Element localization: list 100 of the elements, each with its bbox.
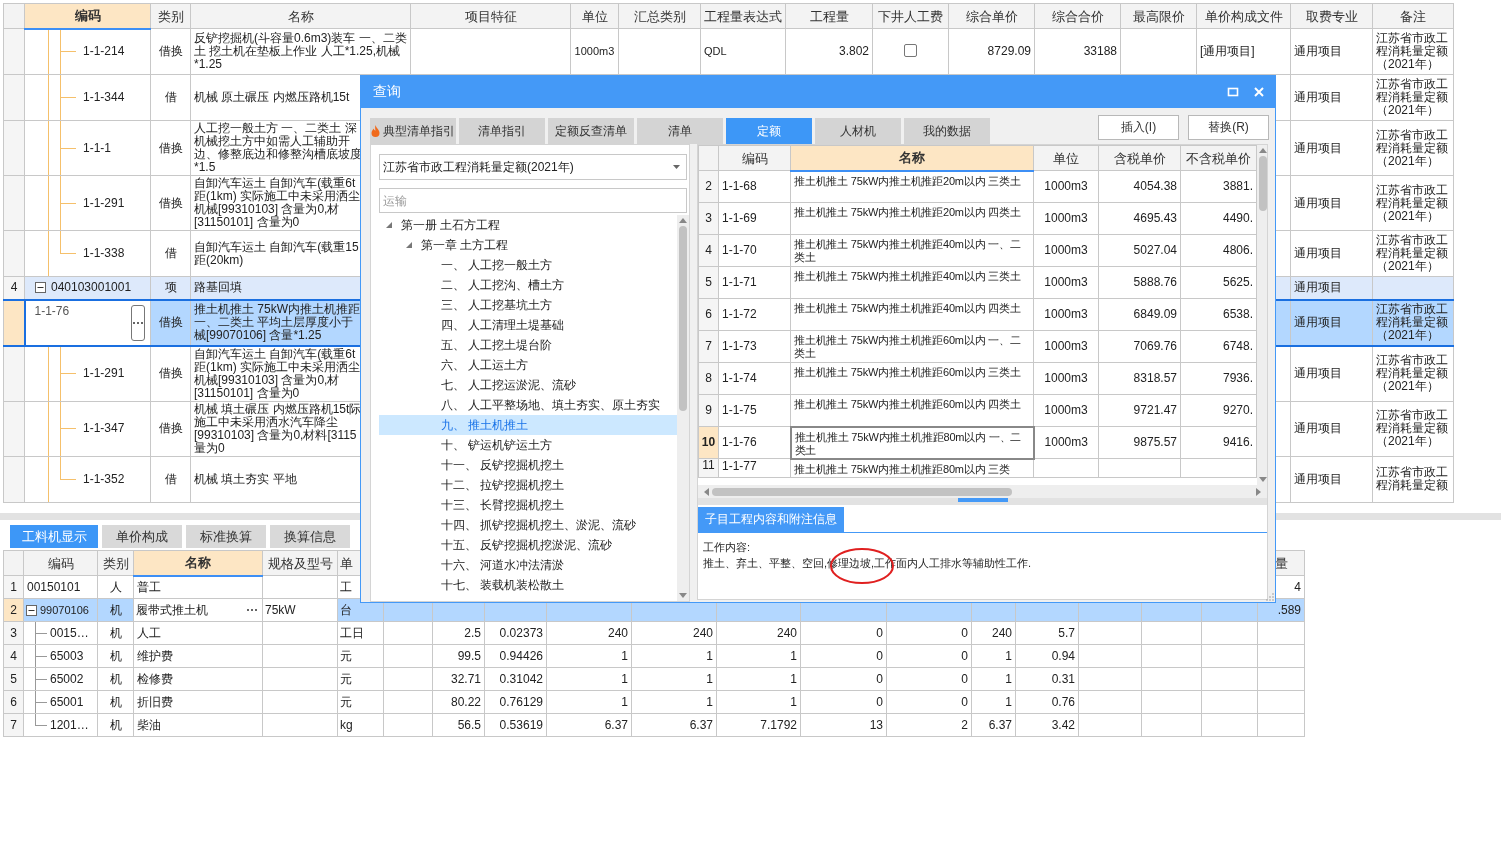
browse-button[interactable] — [131, 304, 145, 341]
dialog-button[interactable]: 替换(R) — [1188, 115, 1269, 140]
tab[interactable]: 单价构成 — [102, 525, 182, 548]
column-header[interactable]: 类别 — [150, 3, 191, 29]
tree-item[interactable]: 九、 推土机推土 — [379, 415, 677, 435]
column-header[interactable]: 汇总类别 — [618, 3, 701, 29]
table-row[interactable]: 2 1-1-68 推土机推土 75kW内推土机推距20m以内 三类土 1000m3 4054.38 3881. — [698, 170, 1257, 203]
table-row[interactable]: 7 1-1-73 推土机推土 75kW内推土机推距60m以内 一、二类土 1000m3 7069.76 6748. — [698, 330, 1257, 363]
resize-grip-icon[interactable] — [1266, 593, 1274, 601]
table-row[interactable]: 7 1201… 机 柴油 kg 56.5 0.53619 6.37 6.37 7.1792 13 2 6.37 3.42 — [3, 713, 1305, 737]
table-row[interactable]: 6 1-1-72 推土机推土 75kW内推土机推距40m以内 四类土 1000m3 6849.09 6538. — [698, 298, 1257, 331]
dialog-button[interactable]: 插入(I) — [1098, 115, 1179, 140]
table-cell: 机 — [97, 598, 134, 622]
scroll-up-icon[interactable] — [679, 218, 687, 223]
tab[interactable]: 清单 — [637, 118, 723, 144]
table-cell: 1-1-73 — [718, 330, 791, 363]
table-row[interactable]: 11 1-1-77 推土机推土 75kW内推土机推距80m以内 三类 — [698, 458, 1257, 477]
column-header[interactable]: 综合单价 — [948, 3, 1035, 29]
column-header[interactable]: 类别 — [97, 550, 134, 576]
library-dropdown[interactable]: 江苏省市政工程消耗量定额(2021年) — [379, 154, 687, 180]
scroll-left-icon[interactable] — [704, 487, 709, 496]
table-cell: 1000m3 — [1033, 234, 1099, 267]
dialog-title: 查询 — [373, 83, 401, 101]
caret-icon[interactable] — [405, 241, 413, 249]
vertical-scrollbar[interactable] — [1257, 145, 1267, 485]
tree-item[interactable]: 十五、 反铲挖掘机挖淤泥、流砂 — [379, 535, 677, 555]
table-cell: 推土机推土 75kW内推土机推距80m以内 三类 — [790, 458, 1034, 477]
scroll-thumb[interactable] — [712, 487, 1012, 496]
table-row[interactable]: 4 65003 机 维护费 元 99.5 0.94426 1 1 1 0 0 1 0.94 — [3, 644, 1305, 668]
table-cell: 通用项目 — [1290, 299, 1373, 346]
table-row[interactable]: 5 1-1-71 推土机推土 75kW内推土机推距40m以内 三类土 1000m3 5888.76 5625. — [698, 266, 1257, 299]
table-cell: 借换 — [150, 175, 191, 231]
table-cell: 1000m3 — [1033, 426, 1099, 459]
column-header[interactable]: 项目特征 — [410, 3, 571, 29]
table-row[interactable]: 8 1-1-74 推土机推土 75kW内推土机推距60m以内 三类土 1000m3 8318.57 7936. — [698, 362, 1257, 395]
column-header[interactable]: 编码 — [718, 145, 791, 171]
column-header[interactable]: 单位 — [1033, 145, 1099, 171]
search-field[interactable]: 运输 — [379, 188, 687, 213]
table-cell: 7069.76 — [1098, 330, 1181, 363]
column-header[interactable]: 名称 — [790, 145, 1034, 171]
browse-button[interactable] — [244, 608, 260, 612]
column-header[interactable]: 编码 — [23, 550, 98, 576]
table-cell: 江苏省市政工程消耗量定额（2021年） — [1372, 230, 1454, 277]
scroll-up-icon[interactable] — [1259, 148, 1267, 153]
column-header[interactable]: 含税单价 — [1098, 145, 1181, 171]
table-cell: 0 — [886, 644, 972, 668]
scroll-down-icon[interactable] — [1259, 477, 1267, 482]
scroll-right-icon[interactable] — [1256, 487, 1261, 496]
tab[interactable]: 人材机 — [815, 118, 901, 144]
scroll-thumb[interactable] — [679, 226, 687, 411]
column-header[interactable]: 不含税单价 — [1180, 145, 1257, 171]
column-header[interactable]: 备注 — [1372, 3, 1454, 29]
collapse-toggle[interactable] — [26, 604, 37, 616]
splitter-handle[interactable] — [957, 498, 1008, 502]
column-header[interactable]: 工程量 — [785, 3, 873, 29]
table-cell: 4054.38 — [1098, 170, 1181, 203]
maximize-icon[interactable] — [1227, 86, 1239, 98]
column-header[interactable]: 单位 — [570, 3, 619, 29]
column-header[interactable]: 最高限价 — [1120, 3, 1197, 29]
tab[interactable]: 清单指引 — [459, 118, 545, 144]
table-row[interactable]: 10 1-1-76 推土机推土 75kW内推土机推距80m以内 一、二类土 1000m3 9875.57 9416. — [698, 426, 1257, 459]
scroll-thumb[interactable] — [1259, 156, 1267, 211]
horizontal-scrollbar[interactable] — [698, 485, 1267, 498]
checkbox[interactable] — [904, 43, 917, 57]
table-cell: 1000m3 — [1033, 330, 1099, 363]
table-cell: 80.22 — [432, 690, 485, 714]
table-row[interactable]: 6 65001 机 折旧费 元 80.22 0.76129 1 1 1 0 0 1 0.76 — [3, 690, 1305, 714]
table-row[interactable]: 5 65002 机 检修费 元 32.71 0.31042 1 1 1 0 0 1 0.31 — [3, 667, 1305, 691]
table-row[interactable]: 9 1-1-75 推土机推土 75kW内推土机推距60m以内 四类土 1000m3 9721.47 9270. — [698, 394, 1257, 427]
column-header[interactable]: 下井人工费 — [872, 3, 949, 29]
table-cell: 33188 — [1034, 28, 1121, 75]
close-icon[interactable] — [1253, 86, 1265, 98]
tree-item[interactable]: 十六、 河道水冲法清淤 — [379, 555, 677, 575]
collapse-toggle[interactable] — [35, 282, 46, 294]
column-header[interactable]: 工程量表达式 — [700, 3, 786, 29]
tab[interactable]: 定额反查清单 — [548, 118, 634, 144]
table-row[interactable]: 3 0015… 机 人工 工日 2.5 0.02373 240 240 240 0 0 240 5.7 — [3, 621, 1305, 645]
column-header[interactable]: 单价构成文件 — [1196, 3, 1291, 29]
table-cell: 4490. — [1180, 202, 1257, 235]
tab[interactable]: 我的数据 — [904, 118, 990, 144]
table-row[interactable]: 4 1-1-70 推土机推土 75kW内推土机推距40m以内 一、二类土 1000m3 5027.04 4806. — [698, 234, 1257, 267]
table-cell: 13 — [800, 713, 887, 737]
vertical-scrollbar[interactable] — [677, 215, 689, 601]
tree-item[interactable]: 十四、 抓铲挖掘机挖土、淤泥、流砂 — [379, 515, 677, 535]
tab[interactable]: 标准换算 — [186, 525, 266, 548]
column-header[interactable]: 名称 — [190, 3, 411, 29]
tab[interactable]: 典型清单指引 — [370, 118, 456, 144]
table-row[interactable]: 1-1-214 借换 反铲挖掘机(斗容量0.6m3)装车 一、二类土 挖土机在垫板上作业 人工*1.25,机械*1.25 1000m3 QDL 3.802 8729.09 33188 [通用项目] 通用项目 江苏省市政工程消耗量定额（2021年） — [3, 28, 1454, 75]
column-header[interactable]: 取费专业 — [1290, 3, 1373, 29]
column-header[interactable]: 规格及型号 — [262, 550, 338, 576]
table-cell: 1000m3 — [1033, 362, 1099, 395]
tab[interactable]: 换算信息 — [270, 525, 350, 548]
caret-icon[interactable] — [385, 221, 393, 229]
column-header[interactable]: 编码 — [24, 3, 151, 29]
table-cell: 6.37 — [546, 713, 632, 737]
table-row[interactable]: 3 1-1-69 推土机推土 75kW内推土机推距20m以内 四类土 1000m3 4695.43 4490. — [698, 202, 1257, 235]
table-cell: 元 — [337, 644, 384, 668]
column-header[interactable]: 综合合价 — [1034, 3, 1121, 29]
table-cell: 检修费 — [133, 667, 263, 691]
column-header[interactable]: 名称 — [133, 550, 263, 576]
